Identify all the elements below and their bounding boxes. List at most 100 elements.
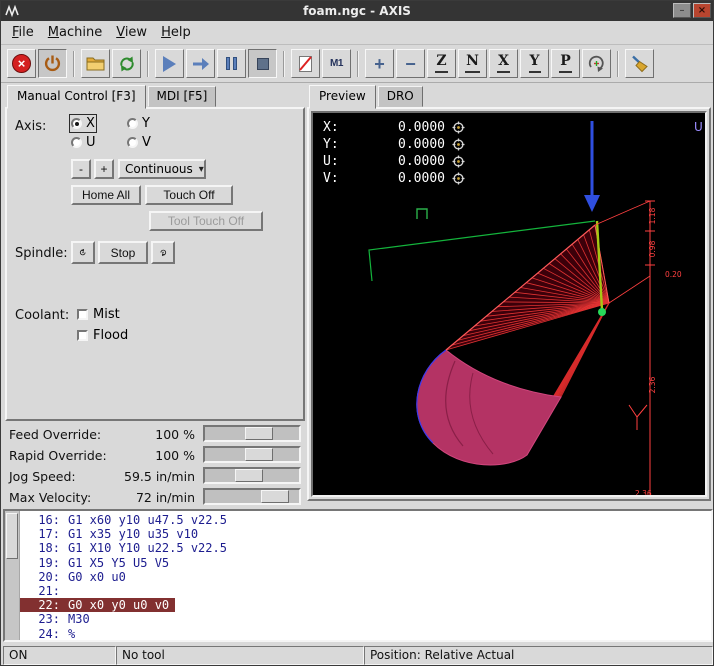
dim-label: 2.36 (635, 489, 652, 497)
jog-mode-dropdown[interactable]: Continuous ▾ (118, 159, 206, 179)
optional-stop-button[interactable]: M1 (322, 49, 351, 78)
rotate-view-button[interactable] (582, 49, 611, 78)
gcode-line[interactable]: 23:M30 (20, 612, 711, 626)
slider-thumb[interactable] (245, 427, 273, 440)
tab-dro[interactable]: DRO (378, 86, 423, 107)
gcode-line[interactable]: 19:G1 X5 Y5 U5 V5 (20, 556, 711, 570)
axis-radio-v[interactable]: V (127, 135, 151, 150)
gcode-line[interactable]: 16:G1 x60 y10 u47.5 v22.5 (20, 513, 711, 527)
wire-surface-top (446, 225, 609, 350)
scrollbar-thumb[interactable] (6, 513, 18, 559)
zoom-in-icon: + (374, 55, 385, 73)
gcode-line[interactable]: 18:G1 X10 Y10 u22.5 v22.5 (20, 541, 711, 555)
statusbar: ON No tool Position: Relative Actual (3, 646, 713, 665)
estop-icon: × (12, 54, 31, 73)
estop-button[interactable]: × (7, 49, 36, 78)
zoom-in-button[interactable]: + (365, 49, 394, 78)
gcode-scrollbar[interactable] (5, 511, 20, 640)
jog-minus-button[interactable]: - (71, 159, 91, 179)
block-delete-icon (299, 56, 312, 72)
menu-file[interactable]: File (5, 22, 41, 43)
close-button[interactable]: × (693, 3, 711, 18)
spindle-label: Spindle: (15, 246, 68, 261)
pause-button[interactable] (217, 49, 246, 78)
tool-touch-off-button[interactable]: Tool Touch Off (149, 211, 263, 231)
machine-power-button[interactable] (38, 49, 67, 78)
radio-indicator (127, 137, 138, 148)
checkbox-indicator (77, 309, 88, 320)
jog-speed-slider[interactable] (203, 467, 301, 484)
feed-override-value: 100 % (155, 427, 195, 442)
view-p-button[interactable]: P (551, 49, 580, 78)
view-z-button[interactable]: Z (427, 49, 456, 78)
jog-plus-button[interactable]: + (94, 159, 114, 179)
gcode-line[interactable]: 17:G1 x35 y10 u35 v10 (20, 527, 711, 541)
radio-indicator (71, 118, 82, 129)
view-z2-icon: N (465, 54, 480, 72)
spindle-stop-button[interactable]: Stop (98, 241, 148, 264)
tab-mdi[interactable]: MDI [F5] (148, 86, 217, 107)
block-delete-button[interactable] (291, 49, 320, 78)
toolbar-separator (283, 51, 285, 77)
axis-radio-y[interactable]: Y (127, 116, 150, 131)
max-velocity-slider[interactable] (203, 488, 301, 505)
home-all-button[interactable]: Home All (71, 185, 141, 205)
flood-checkbox[interactable]: Flood (77, 328, 128, 343)
toolbar-separator (357, 51, 359, 77)
jog-speed-row: Jog Speed: 59.5 in/min (1, 466, 303, 486)
gcode-line[interactable]: 24:% (20, 627, 711, 641)
rapid-override-slider[interactable] (203, 446, 301, 463)
unhomed-icon (452, 138, 465, 151)
tab-manual-control[interactable]: Manual Control [F3] (7, 85, 146, 109)
max-velocity-row: Max Velocity: 72 in/min (1, 487, 303, 507)
broom-icon (630, 54, 649, 73)
manual-tabs: Manual Control [F3] MDI [F5] (7, 85, 218, 107)
window-icon (4, 4, 20, 18)
extents-mark (417, 209, 427, 219)
tool-arrow-head (584, 195, 600, 212)
slider-thumb[interactable] (245, 448, 273, 461)
reload-icon (118, 55, 136, 73)
gcode-line-active[interactable]: 22:G0 x0 y0 u0 v0 (20, 598, 711, 612)
spindle-reverse-button[interactable] (71, 241, 95, 264)
axis-radio-x[interactable]: X (71, 116, 95, 131)
stop-button[interactable] (248, 49, 277, 78)
run-button[interactable] (155, 49, 184, 78)
preview-tabs: Preview DRO (309, 85, 425, 107)
feed-override-row: Feed Override: 100 % (1, 424, 303, 444)
spindle-cw-icon (159, 245, 167, 260)
gcode-line[interactable]: 20:G0 x0 u0 (20, 570, 711, 584)
view-y-button[interactable]: Y (520, 49, 549, 78)
preview-canvas[interactable]: X: 0.0000 Y: 0.0000 U: 0.0000 V: 0.0000 (311, 111, 707, 497)
view-x-button[interactable]: X (489, 49, 518, 78)
zoom-out-button[interactable]: − (396, 49, 425, 78)
rotate-icon (587, 54, 606, 73)
reload-button[interactable] (112, 49, 141, 78)
feed-override-slider[interactable] (203, 425, 301, 442)
dim-label: 1.18 (648, 207, 657, 224)
spindle-forward-button[interactable] (151, 241, 175, 264)
view-z2-button[interactable]: N (458, 49, 487, 78)
machine-state-status: ON (3, 646, 116, 665)
slider-thumb[interactable] (235, 469, 263, 482)
step-icon (192, 56, 210, 72)
axis-radio-u[interactable]: U (71, 135, 96, 150)
menu-help[interactable]: Help (154, 22, 198, 43)
power-icon (43, 54, 62, 73)
gcode-line[interactable]: 21: (20, 584, 711, 598)
slider-thumb[interactable] (261, 490, 289, 503)
menu-machine[interactable]: Machine (41, 22, 109, 43)
mist-checkbox[interactable]: Mist (77, 307, 120, 322)
step-button[interactable] (186, 49, 215, 78)
dro-row-v: V: 0.0000 (323, 170, 465, 187)
clear-plot-button[interactable] (625, 49, 654, 78)
open-file-button[interactable] (81, 49, 110, 78)
tab-preview[interactable]: Preview (309, 85, 376, 109)
touch-off-button[interactable]: Touch Off (145, 185, 233, 205)
titlebar[interactable]: foam.ngc - AXIS – × (1, 1, 713, 21)
menu-view[interactable]: View (109, 22, 154, 43)
gcode-text: 16:G1 x60 y10 u47.5 v22.5 17:G1 x35 y10 … (20, 511, 711, 640)
minimize-button[interactable]: – (673, 3, 691, 18)
radio-indicator (127, 118, 138, 129)
axis-label: Axis: (15, 119, 46, 134)
